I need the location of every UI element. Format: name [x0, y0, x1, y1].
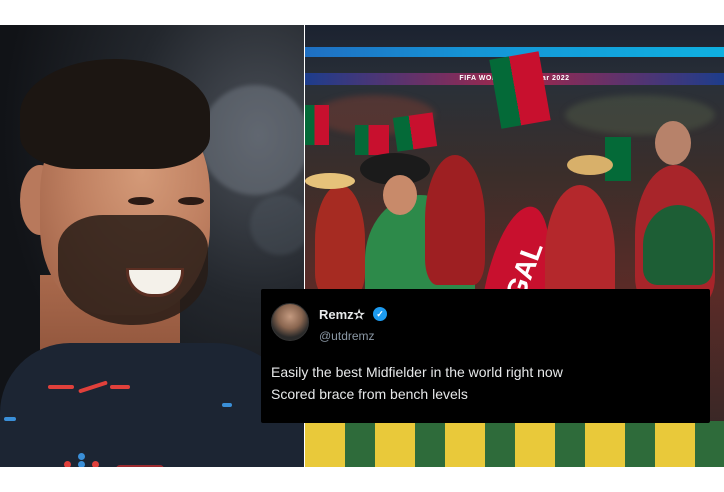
fan-face — [383, 175, 417, 215]
portugal-flag-icon — [355, 125, 389, 155]
portugal-flag-icon — [305, 105, 329, 145]
background-bokeh — [250, 195, 304, 255]
tweet-text-line: Easily the best Midfielder in the world … — [271, 364, 563, 380]
player-shirt — [0, 343, 304, 467]
banner-stripe — [305, 421, 345, 467]
crowd-blur — [565, 95, 715, 135]
banner-stripe — [515, 421, 555, 467]
tweet-text-line: Scored brace from bench levels — [271, 386, 468, 402]
shirt-pattern — [110, 385, 130, 389]
banner-stripe — [445, 421, 485, 467]
shirt-pattern — [222, 403, 232, 407]
background-bokeh — [200, 85, 304, 195]
player-photo — [0, 25, 304, 467]
fan — [425, 155, 485, 285]
tweet-text: Easily the best Midfielder in the world … — [271, 361, 701, 405]
player-eye — [128, 197, 154, 205]
team-crest-icon — [116, 465, 164, 467]
banner-stripe — [375, 421, 415, 467]
verified-badge-icon: ✓ — [373, 307, 387, 321]
fan — [643, 205, 713, 285]
portugal-flag-icon — [392, 112, 438, 152]
shirt-pattern — [48, 385, 74, 389]
shirt-pattern — [4, 417, 16, 421]
fan-hat — [305, 173, 355, 189]
fan — [315, 185, 365, 295]
tweet-display-name[interactable]: Remz✫ — [319, 307, 365, 323]
avatar[interactable] — [271, 303, 309, 341]
banner-stripe — [655, 421, 695, 467]
tweet-card[interactable]: Remz✫ ✓ @utdremz Easily the best Midfiel… — [261, 289, 710, 423]
player-hair — [20, 59, 210, 169]
portugal-flag-icon — [489, 51, 551, 129]
tweet-handle[interactable]: @utdremz — [319, 329, 375, 343]
player-eye — [178, 197, 204, 205]
fan-hat — [567, 155, 613, 175]
shirt-dots — [64, 453, 100, 467]
banner-stripe — [585, 421, 625, 467]
fan-face — [655, 121, 691, 165]
